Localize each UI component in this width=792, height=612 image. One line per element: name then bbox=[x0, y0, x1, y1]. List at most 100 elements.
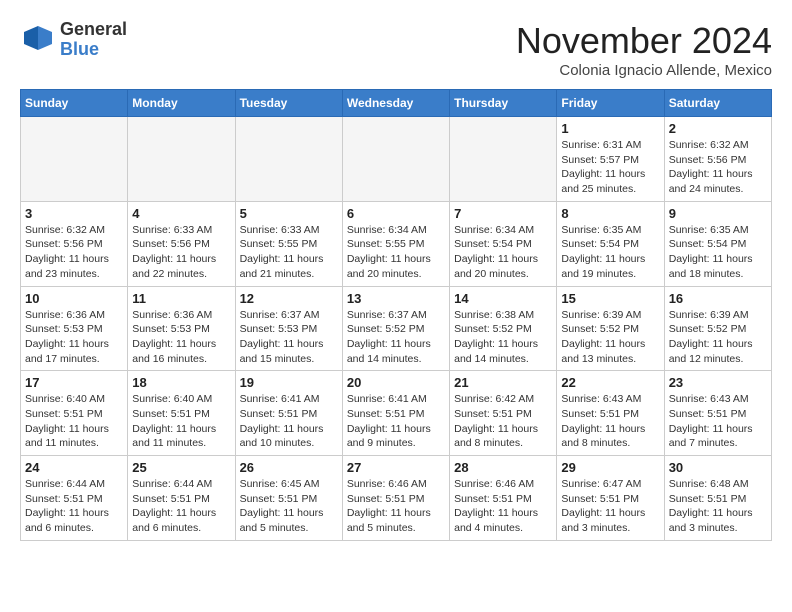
calendar-cell: 27Sunrise: 6:46 AMSunset: 5:51 PMDayligh… bbox=[342, 456, 449, 541]
day-info: Sunrise: 6:32 AMSunset: 5:56 PMDaylight:… bbox=[669, 138, 767, 197]
calendar-cell: 13 Sunrise: 6:37 AMSunset: 5:52 PMDayligh… bbox=[342, 286, 449, 371]
day-number: 20 bbox=[347, 375, 445, 390]
day-info: Sunrise: 6:37 AMSunset: 5:53 PMDaylight:… bbox=[240, 308, 338, 367]
day-number: 23 bbox=[669, 375, 767, 390]
day-info: Sunrise: 6:39 AMSunset: 5:52 PMDaylight:… bbox=[669, 308, 767, 367]
calendar-cell: 16 Sunrise: 6:39 AMSunset: 5:52 PMDayligh… bbox=[664, 286, 771, 371]
calendar-cell: 12 Sunrise: 6:37 AMSunset: 5:53 PMDayligh… bbox=[235, 286, 342, 371]
day-info: Sunrise: 6:40 AMSunset: 5:51 PMDaylight:… bbox=[132, 392, 230, 451]
day-number: 5 bbox=[240, 206, 338, 221]
day-number: 19 bbox=[240, 375, 338, 390]
day-info: Sunrise: 6:31 AMSunset: 5:57 PMDaylight:… bbox=[561, 138, 659, 197]
day-info: Sunrise: 6:33 AMSunset: 5:56 PMDaylight:… bbox=[132, 223, 230, 282]
day-number: 10 bbox=[25, 291, 123, 306]
day-info: Sunrise: 6:44 AMSunset: 5:51 PMDaylight:… bbox=[25, 477, 123, 536]
calendar-cell bbox=[342, 117, 449, 202]
weekday-header: Thursday bbox=[450, 90, 557, 117]
day-number: 18 bbox=[132, 375, 230, 390]
day-number: 17 bbox=[25, 375, 123, 390]
day-info: Sunrise: 6:37 AMSunset: 5:52 PMDaylight:… bbox=[347, 308, 445, 367]
day-info: Sunrise: 6:48 AMSunset: 5:51 PMDaylight:… bbox=[669, 477, 767, 536]
day-info: Sunrise: 6:40 AMSunset: 5:51 PMDaylight:… bbox=[25, 392, 123, 451]
day-number: 11 bbox=[132, 291, 230, 306]
day-info: Sunrise: 6:36 AMSunset: 5:53 PMDaylight:… bbox=[132, 308, 230, 367]
day-info: Sunrise: 6:36 AMSunset: 5:53 PMDaylight:… bbox=[25, 308, 123, 367]
day-number: 8 bbox=[561, 206, 659, 221]
calendar-cell: 24 Sunrise: 6:44 AMSunset: 5:51 PMDayligh… bbox=[21, 456, 128, 541]
calendar-week-row: 24 Sunrise: 6:44 AMSunset: 5:51 PMDayligh… bbox=[21, 456, 772, 541]
calendar-cell: 23 Sunrise: 6:43 AMSunset: 5:51 PMDayligh… bbox=[664, 371, 771, 456]
day-info: Sunrise: 6:45 AMSunset: 5:51 PMDaylight:… bbox=[240, 477, 338, 536]
day-number: 22 bbox=[561, 375, 659, 390]
page-header: General Blue November 2024 Colonia Ignac… bbox=[20, 20, 772, 79]
logo-icon bbox=[20, 22, 56, 58]
calendar-week-row: 17 Sunrise: 6:40 AMSunset: 5:51 PMDayligh… bbox=[21, 371, 772, 456]
calendar-cell: 26Sunrise: 6:45 AMSunset: 5:51 PMDayligh… bbox=[235, 456, 342, 541]
header-row: SundayMondayTuesdayWednesdayThursdayFrid… bbox=[21, 90, 772, 117]
day-info: Sunrise: 6:41 AMSunset: 5:51 PMDaylight:… bbox=[347, 392, 445, 451]
day-number: 16 bbox=[669, 291, 767, 306]
day-number: 29 bbox=[561, 460, 659, 475]
weekday-header: Sunday bbox=[21, 90, 128, 117]
day-info: Sunrise: 6:32 AMSunset: 5:56 PMDaylight:… bbox=[25, 223, 123, 282]
day-number: 13 bbox=[347, 291, 445, 306]
calendar-cell: 3 Sunrise: 6:32 AMSunset: 5:56 PMDaylight… bbox=[21, 201, 128, 286]
day-number: 30 bbox=[669, 460, 767, 475]
location: Colonia Ignacio Allende, Mexico bbox=[516, 62, 772, 79]
calendar-cell: 4 Sunrise: 6:33 AMSunset: 5:56 PMDaylight… bbox=[128, 201, 235, 286]
day-number: 7 bbox=[454, 206, 552, 221]
day-info: Sunrise: 6:34 AMSunset: 5:54 PMDaylight:… bbox=[454, 223, 552, 282]
day-number: 3 bbox=[25, 206, 123, 221]
calendar-cell: 1 Sunrise: 6:31 AMSunset: 5:57 PMDaylight… bbox=[557, 117, 664, 202]
calendar-cell bbox=[128, 117, 235, 202]
day-number: 15 bbox=[561, 291, 659, 306]
weekday-header: Friday bbox=[557, 90, 664, 117]
calendar-cell: 29 Sunrise: 6:47 AMSunset: 5:51 PMDayligh… bbox=[557, 456, 664, 541]
calendar-week-row: 1 Sunrise: 6:31 AMSunset: 5:57 PMDaylight… bbox=[21, 117, 772, 202]
calendar-cell: 5 Sunrise: 6:33 AMSunset: 5:55 PMDaylight… bbox=[235, 201, 342, 286]
calendar-cell: 22 Sunrise: 6:43 AMSunset: 5:51 PMDayligh… bbox=[557, 371, 664, 456]
day-number: 1 bbox=[561, 121, 659, 136]
day-number: 4 bbox=[132, 206, 230, 221]
day-info: Sunrise: 6:42 AMSunset: 5:51 PMDaylight:… bbox=[454, 392, 552, 451]
weekday-header: Saturday bbox=[664, 90, 771, 117]
day-info: Sunrise: 6:43 AMSunset: 5:51 PMDaylight:… bbox=[669, 392, 767, 451]
calendar-cell: 21 Sunrise: 6:42 AMSunset: 5:51 PMDayligh… bbox=[450, 371, 557, 456]
calendar-header: SundayMondayTuesdayWednesdayThursdayFrid… bbox=[21, 90, 772, 117]
calendar-cell bbox=[21, 117, 128, 202]
calendar-week-row: 3 Sunrise: 6:32 AMSunset: 5:56 PMDaylight… bbox=[21, 201, 772, 286]
day-info: Sunrise: 6:44 AMSunset: 5:51 PMDaylight:… bbox=[132, 477, 230, 536]
day-info: Sunrise: 6:41 AMSunset: 5:51 PMDaylight:… bbox=[240, 392, 338, 451]
day-info: Sunrise: 6:33 AMSunset: 5:55 PMDaylight:… bbox=[240, 223, 338, 282]
day-info: Sunrise: 6:35 AMSunset: 5:54 PMDaylight:… bbox=[669, 223, 767, 282]
day-info: Sunrise: 6:35 AMSunset: 5:54 PMDaylight:… bbox=[561, 223, 659, 282]
calendar-cell: 14Sunrise: 6:38 AMSunset: 5:52 PMDayligh… bbox=[450, 286, 557, 371]
calendar-cell: 17 Sunrise: 6:40 AMSunset: 5:51 PMDayligh… bbox=[21, 371, 128, 456]
day-number: 25 bbox=[132, 460, 230, 475]
day-number: 21 bbox=[454, 375, 552, 390]
calendar-cell: 30 Sunrise: 6:48 AMSunset: 5:51 PMDayligh… bbox=[664, 456, 771, 541]
logo: General Blue bbox=[20, 20, 127, 60]
calendar-cell: 25 Sunrise: 6:44 AMSunset: 5:51 PMDayligh… bbox=[128, 456, 235, 541]
day-number: 24 bbox=[25, 460, 123, 475]
calendar-week-row: 10 Sunrise: 6:36 AMSunset: 5:53 PMDayligh… bbox=[21, 286, 772, 371]
calendar-cell: 2Sunrise: 6:32 AMSunset: 5:56 PMDaylight… bbox=[664, 117, 771, 202]
calendar-cell: 6Sunrise: 6:34 AMSunset: 5:55 PMDaylight… bbox=[342, 201, 449, 286]
calendar-cell: 19 Sunrise: 6:41 AMSunset: 5:51 PMDayligh… bbox=[235, 371, 342, 456]
calendar-table: SundayMondayTuesdayWednesdayThursdayFrid… bbox=[20, 89, 772, 541]
day-info: Sunrise: 6:38 AMSunset: 5:52 PMDaylight:… bbox=[454, 308, 552, 367]
day-info: Sunrise: 6:46 AMSunset: 5:51 PMDaylight:… bbox=[454, 477, 552, 536]
day-info: Sunrise: 6:39 AMSunset: 5:52 PMDaylight:… bbox=[561, 308, 659, 367]
calendar-cell: 7 Sunrise: 6:34 AMSunset: 5:54 PMDaylight… bbox=[450, 201, 557, 286]
day-info: Sunrise: 6:47 AMSunset: 5:51 PMDaylight:… bbox=[561, 477, 659, 536]
calendar-body: 1 Sunrise: 6:31 AMSunset: 5:57 PMDaylight… bbox=[21, 117, 772, 541]
logo-text: General Blue bbox=[60, 20, 127, 60]
day-number: 6 bbox=[347, 206, 445, 221]
day-number: 9 bbox=[669, 206, 767, 221]
day-number: 12 bbox=[240, 291, 338, 306]
day-info: Sunrise: 6:43 AMSunset: 5:51 PMDaylight:… bbox=[561, 392, 659, 451]
calendar-cell: 8 Sunrise: 6:35 AMSunset: 5:54 PMDaylight… bbox=[557, 201, 664, 286]
title-block: November 2024 Colonia Ignacio Allende, M… bbox=[516, 20, 772, 79]
calendar-cell: 10 Sunrise: 6:36 AMSunset: 5:53 PMDayligh… bbox=[21, 286, 128, 371]
calendar-cell bbox=[235, 117, 342, 202]
